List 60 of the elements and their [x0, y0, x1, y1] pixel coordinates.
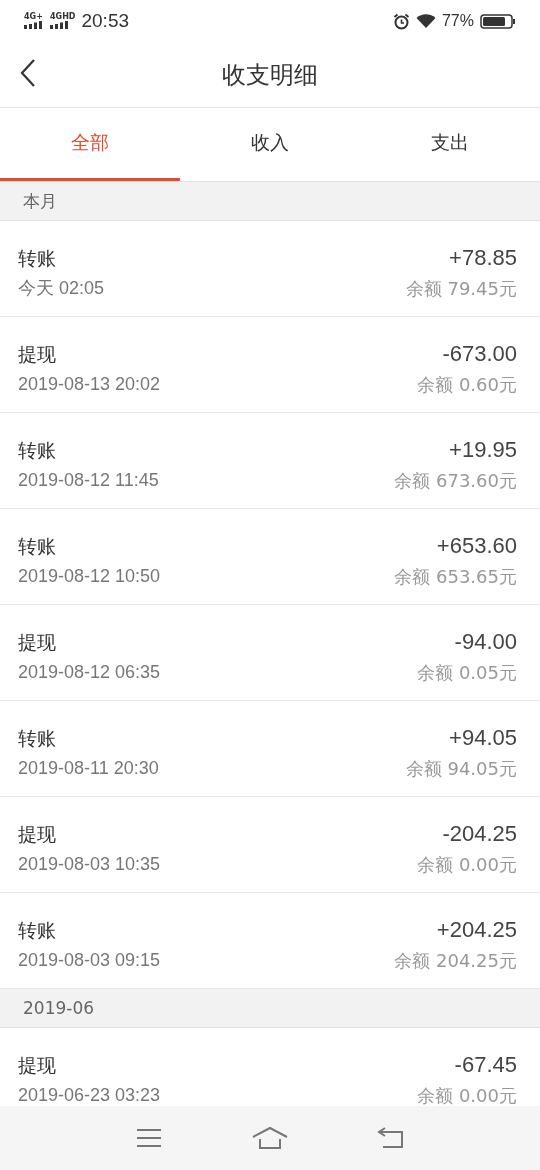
balance-text: 余额 94.05元 [405, 757, 517, 781]
home-icon[interactable] [252, 1126, 288, 1150]
transaction-row[interactable]: 提现 2019-08-13 20:02 -673.00 余额 0.60元 [0, 317, 540, 413]
transaction-type: 转账 [18, 438, 57, 463]
transaction-time: 2019-08-12 06:35 [18, 661, 161, 684]
transaction-row[interactable]: 提现 2019-08-03 10:35 -204.25 余额 0.00元 [0, 797, 540, 893]
transaction-type: 提现 [18, 1053, 57, 1078]
transaction-row[interactable]: 转账 2019-08-12 11:45 +19.95 余额 673.60元 [0, 413, 540, 509]
transaction-amount: +204.25 [436, 917, 517, 943]
section-title: 2019-06 [23, 998, 95, 1018]
network-label: 4G+ [24, 13, 43, 21]
transaction-type: 转账 [18, 246, 57, 271]
transaction-row[interactable]: 转账 2019-08-12 10:50 +653.60 余额 653.65元 [0, 509, 540, 605]
balance-text: 余额 0.05元 [417, 661, 517, 685]
transaction-type: 转账 [18, 534, 57, 559]
balance-text: 余额 653.65元 [394, 565, 517, 589]
transaction-amount: -204.25 [442, 821, 517, 847]
transaction-amount: +653.60 [436, 533, 517, 559]
balance-text: 余额 0.60元 [417, 373, 517, 397]
transaction-type: 转账 [18, 918, 57, 943]
transaction-amount: -673.00 [442, 341, 517, 367]
network-label: 4GHD [50, 13, 76, 21]
transaction-row[interactable]: 转账 今天 02:05 +78.85 余额 79.45元 [0, 221, 540, 317]
balance-text: 余额 0.00元 [417, 1084, 517, 1106]
signal-icon [24, 21, 44, 29]
transaction-row[interactable]: 转账 2019-08-11 20:30 +94.05 余额 94.05元 [0, 701, 540, 797]
wifi-icon [415, 13, 436, 29]
balance-text: 余额 204.25元 [394, 949, 517, 973]
transaction-amount: +19.95 [449, 437, 517, 463]
transaction-type: 提现 [18, 630, 57, 655]
signal-icon [50, 21, 70, 29]
transaction-amount: -94.00 [454, 629, 517, 655]
transaction-type: 提现 [18, 822, 57, 847]
transaction-row[interactable]: 提现 2019-08-12 06:35 -94.00 余额 0.05元 [0, 605, 540, 701]
page-title: 收支明细 [222, 59, 318, 91]
battery-icon [480, 13, 516, 29]
transaction-amount: +78.85 [449, 245, 517, 271]
transaction-time: 2019-08-13 20:02 [18, 373, 161, 396]
back-icon[interactable] [377, 1127, 406, 1149]
filter-tab[interactable]: 支出 [360, 108, 540, 181]
balance-text: 余额 0.00元 [417, 853, 517, 877]
transaction-time: 2019-08-12 11:45 [18, 469, 159, 492]
alarm-icon [392, 12, 410, 30]
transaction-amount: -67.45 [454, 1052, 517, 1078]
transaction-amount: +94.05 [449, 725, 517, 751]
balance-text: 余额 673.60元 [394, 469, 517, 493]
transaction-type: 提现 [18, 342, 57, 367]
transaction-time: 今天 02:05 [18, 277, 105, 300]
section-title: 本月 [23, 189, 57, 213]
balance-text: 余额 79.45元 [405, 277, 517, 301]
transaction-type: 转账 [18, 726, 57, 751]
status-time: 20:53 [81, 10, 129, 32]
filter-tab[interactable]: 收入 [180, 108, 360, 181]
battery-percent: 77% [441, 12, 474, 30]
menu-icon[interactable] [134, 1128, 163, 1148]
transaction-time: 2019-08-03 09:15 [18, 949, 161, 972]
transaction-time: 2019-06-23 03:23 [18, 1084, 161, 1106]
transaction-time: 2019-08-11 20:30 [18, 757, 159, 780]
transaction-time: 2019-08-03 10:35 [18, 853, 161, 876]
transaction-time: 2019-08-12 10:50 [18, 565, 161, 588]
